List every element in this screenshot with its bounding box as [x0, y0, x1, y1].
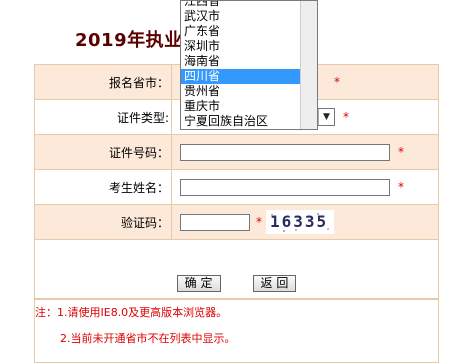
notes: 注：1.请使用IE8.0及更高版本浏览器。 2.当前未开通省市不在列表中显示。 [35, 299, 438, 362]
id-number-input[interactable] [180, 143, 390, 161]
province-option[interactable]: 江西省 [181, 1, 301, 9]
id-number-row: 证件号码： * [35, 135, 438, 170]
captcha-row: 验证码： * 16335 [35, 205, 438, 240]
note-2: 2.当前未开通省市不在列表中显示。 [60, 332, 236, 345]
confirm-button[interactable]: 确 定 [176, 275, 221, 292]
province-option[interactable]: 贵州省 [181, 84, 301, 99]
province-dropdown-list[interactable]: 江西省 武汉市 广东省 深圳市 海南省 四川省 贵州省 重庆市 宁夏回族自治区 [180, 0, 318, 130]
chevron-down-icon[interactable]: ▼ [318, 109, 334, 125]
id-number-label: 证件号码： [35, 135, 172, 169]
province-option[interactable]: 武汉市 [181, 9, 301, 24]
required-mark: * [334, 75, 340, 89]
province-option[interactable]: 深圳市 [181, 39, 301, 54]
captcha-label: 验证码： [35, 205, 172, 239]
id-type-label: 证件类型: [35, 100, 172, 134]
captcha-input[interactable] [180, 213, 250, 231]
province-option[interactable]: 海南省 [181, 54, 301, 69]
dropdown-scrollbar[interactable] [300, 1, 317, 129]
note-1: 注：1.请使用IE8.0及更高版本浏览器。 [35, 306, 228, 319]
captcha-cell: * 16335 [172, 205, 438, 239]
province-option[interactable]: 四川省 [181, 69, 301, 84]
button-row: 确 定 返 回 [35, 240, 438, 299]
required-mark: * [398, 145, 404, 159]
province-option[interactable]: 广东省 [181, 24, 301, 39]
required-mark: * [398, 180, 404, 194]
name-cell: * [172, 170, 438, 204]
name-input[interactable] [180, 178, 390, 196]
province-options: 江西省 武汉市 广东省 深圳市 海南省 四川省 贵州省 重庆市 宁夏回族自治区 [181, 1, 301, 129]
name-label: 考生姓名： [35, 170, 172, 204]
captcha-image[interactable]: 16335 [266, 210, 334, 234]
required-mark: * [343, 110, 349, 124]
id-number-cell: * [172, 135, 438, 169]
province-option[interactable]: 宁夏回族自治区 [181, 114, 301, 129]
province-label: 报名省市： [35, 65, 172, 99]
captcha-text: 16335 [270, 212, 329, 231]
name-row: 考生姓名： * [35, 170, 438, 205]
required-mark: * [256, 215, 262, 229]
back-button[interactable]: 返 回 [252, 275, 297, 292]
province-option[interactable]: 重庆市 [181, 99, 301, 114]
